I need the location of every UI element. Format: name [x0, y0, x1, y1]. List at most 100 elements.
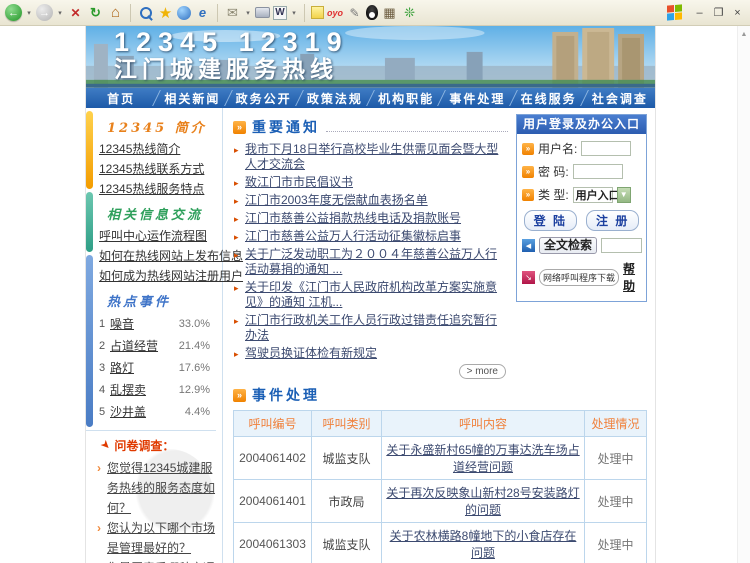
hot-event-link[interactable]: 路灯	[110, 357, 134, 379]
back-dropdown-icon[interactable]: ▾	[25, 4, 33, 21]
login-panel-title: 用户登录及办公入口	[517, 115, 646, 134]
restore-button[interactable]: ❐	[711, 5, 726, 20]
favorites-icon[interactable]: ★	[157, 4, 174, 21]
call-program-download-button[interactable]: 网络呼叫程序下载	[539, 269, 619, 286]
sidebar-link-intro[interactable]: 12345热线简介	[99, 139, 216, 159]
hot-event-link[interactable]: 噪音	[110, 313, 134, 335]
sidebar-section-info-title: 相关信息交流	[107, 204, 216, 223]
nav-item-home[interactable]: 首页	[86, 88, 156, 108]
reader-icon[interactable]: ▦	[381, 4, 398, 21]
sidebar-link-publish-info[interactable]: 如何在热线网站上发布信息	[99, 246, 216, 266]
forward-dropdown-icon[interactable]: ▾	[56, 4, 64, 21]
survey-question-attitude[interactable]: 您觉得12345城建服务热线的服务态度如何？	[99, 458, 216, 518]
ribbon-decoration	[86, 192, 93, 252]
survey-title: ➤ 问卷调查：	[101, 437, 216, 454]
toolbar-separator	[217, 4, 218, 22]
mail-dropdown-icon[interactable]: ▾	[244, 4, 252, 21]
notices-more-button[interactable]: > more	[459, 364, 506, 379]
home-icon[interactable]: ⌂	[107, 4, 124, 21]
username-input[interactable]	[581, 141, 631, 156]
edit-word-icon[interactable]: W	[273, 6, 287, 20]
toolbar-separator	[304, 4, 305, 22]
forward-icon[interactable]: →	[36, 4, 53, 21]
nav-item-functions[interactable]: 机构职能	[371, 88, 441, 108]
hot-event-row: 1 噪音 33.0%	[99, 313, 216, 335]
notice-link[interactable]: 关于印发《江门市人民政府机构改革方案实施意见》的通知 江机...	[245, 280, 497, 309]
survey-question-transport[interactable]: 您最愿意乘哪种交通工具？	[99, 558, 216, 563]
table-row: 2004061401 市政局 关于再次反映象山新村28号安装路灯的问题 处理中	[234, 480, 647, 523]
call-status: 处理中	[585, 480, 647, 523]
nav-item-events[interactable]: 事件处理	[442, 88, 512, 108]
plugin-icon[interactable]: ❊	[401, 4, 418, 21]
notice-link[interactable]: 江门市慈善公益捐款热线电话及捐款账号	[245, 211, 461, 225]
register-button[interactable]: 注 册	[586, 210, 639, 231]
minimize-button[interactable]: –	[692, 5, 707, 20]
toolbar-separator	[130, 4, 131, 22]
sidebar-link-register[interactable]: 如何成为热线网站注册用户	[99, 266, 216, 286]
call-content-link[interactable]: 关于农林横路8幢地下的小食店存在问题	[390, 529, 577, 560]
type-dropdown-icon[interactable]: ▼	[617, 187, 631, 203]
hot-event-link[interactable]: 乱摆卖	[110, 379, 146, 401]
hot-event-percent: 33.0%	[179, 313, 216, 335]
section-arrow-icon: »	[233, 121, 246, 134]
sidebar-link-features[interactable]: 12345热线服务特点	[99, 179, 216, 199]
notice-item: 关于广泛发动职工为２００４年慈善公益万人行活动募捐的通知 ...	[233, 247, 508, 277]
hotline-numbers: 12345 12319	[114, 27, 349, 57]
hot-event-rank: 1	[99, 313, 110, 335]
notice-item: 我市下月18日举行高校毕业生供需见面会暨大型人才交流会	[233, 142, 508, 172]
help-link[interactable]: 帮助	[623, 260, 641, 294]
main-content: » 重要通知 我市下月18日举行高校毕业生供需见面会暨大型人才交流会 致江门市市…	[223, 108, 655, 563]
hot-event-link[interactable]: 占道经营	[110, 335, 158, 357]
survey-question-market[interactable]: 您认为以下哪个市场是管理最好的？	[99, 518, 216, 558]
user-type-select[interactable]: 用户入口	[573, 187, 613, 203]
media-globe-icon[interactable]	[177, 6, 191, 20]
print-icon[interactable]	[255, 7, 270, 18]
call-category: 城监支队	[312, 437, 382, 480]
hot-events-title: 热点事件	[107, 291, 216, 310]
notice-link[interactable]: 驾驶员换证体检有新规定	[245, 346, 377, 360]
nav-item-gov-affairs[interactable]: 政务公开	[229, 88, 299, 108]
notice-item: 致江门市市民倡议书	[233, 175, 508, 190]
notice-link[interactable]: 致江门市市民倡议书	[245, 175, 353, 189]
sidebar-link-contact[interactable]: 12345热线联系方式	[99, 159, 216, 179]
nav-item-online-services[interactable]: 在线服务	[514, 88, 584, 108]
arrow-bullet-icon: »	[522, 166, 534, 178]
notice-link[interactable]: 我市下月18日举行高校毕业生供需见面会暨大型人才交流会	[245, 142, 498, 171]
edit-dropdown-icon[interactable]: ▾	[290, 4, 298, 21]
mail-icon[interactable]: ✉	[224, 4, 241, 21]
back-icon[interactable]: ←	[5, 4, 22, 21]
messenger-icon[interactable]: oyo	[327, 4, 343, 21]
sidebar-section-intro-title: 12345 简介	[107, 117, 216, 136]
close-button[interactable]: ×	[730, 5, 745, 20]
nav-item-policies[interactable]: 政策法规	[300, 88, 370, 108]
qq-icon[interactable]	[366, 5, 378, 20]
browser-toolbar: ← ▾ → ▾ ✕ ↻ ⌂ ★ e ✉ ▾ W ▾ oyo ✎ ▦ ❊ – ❐ …	[0, 0, 750, 26]
nav-item-survey[interactable]: 社会调查	[585, 88, 655, 108]
sidebar-link-flowchart[interactable]: 呼叫中心运作流程图	[99, 226, 216, 246]
scroll-up-arrow-icon[interactable]: ▲	[738, 26, 750, 38]
main-navigation: 首页 相关新闻 政务公开 政策法规 机构职能 事件处理 在线服务 社会调查	[86, 88, 655, 108]
notice-link[interactable]: 江门市慈善公益万人行活动征集徽标启事	[245, 229, 461, 243]
password-input[interactable]	[573, 164, 623, 179]
search-icon[interactable]	[137, 4, 154, 21]
fulltext-search-input[interactable]	[601, 238, 642, 253]
login-button[interactable]: 登 陆	[524, 210, 577, 231]
vertical-scrollbar[interactable]: ▲	[737, 26, 750, 563]
nav-item-news[interactable]: 相关新闻	[157, 88, 227, 108]
call-content-link[interactable]: 关于再次反映象山新村28号安装路灯的问题	[386, 486, 579, 517]
fulltext-search-button[interactable]: 全文检索	[539, 237, 597, 254]
notice-link[interactable]: 江门市2003年度无偿献血表扬名单	[245, 193, 428, 207]
call-id: 2004061401	[234, 480, 312, 523]
call-content-link[interactable]: 关于永盛新村65幢的万事达洗车场占道经营问题	[386, 443, 579, 474]
stop-icon[interactable]: ✕	[67, 4, 84, 21]
notes-icon[interactable]	[311, 6, 324, 19]
column-status: 处理情况	[585, 411, 647, 437]
notice-link[interactable]: 关于广泛发动职工为２００４年慈善公益万人行活动募捐的通知 ...	[245, 247, 497, 276]
history-icon[interactable]: e	[194, 4, 211, 21]
hot-event-percent: 21.4%	[179, 335, 216, 357]
type-label: 类 型:	[538, 186, 569, 203]
notice-link[interactable]: 江门市行政机关工作人员行政过错责任追究暂行办法	[245, 313, 497, 342]
signature-icon[interactable]: ✎	[346, 4, 363, 21]
refresh-icon[interactable]: ↻	[87, 4, 104, 21]
hot-event-link[interactable]: 沙井盖	[110, 401, 146, 423]
